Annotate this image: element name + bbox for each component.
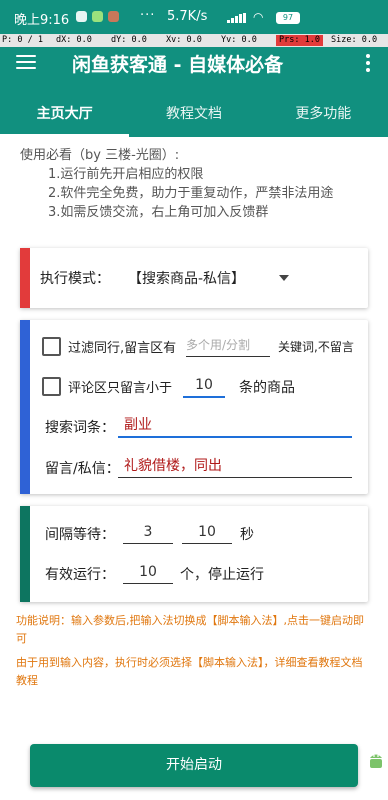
chat-notification-icon (76, 11, 87, 22)
card-accent-bar (20, 506, 30, 602)
comment-limit-suffix: 条的商品 (239, 380, 295, 396)
dropdown-arrow-icon[interactable] (279, 275, 289, 281)
comment-limit-checkbox[interactable] (42, 377, 61, 396)
search-label: 搜索词条： (45, 420, 115, 436)
debug-dx: dX: 0.0 (56, 35, 92, 45)
notification-icons (76, 11, 119, 22)
filter-peers-suffix: 关键词,不留言 (278, 340, 354, 354)
android-icon[interactable] (366, 750, 386, 770)
search-keyword-input[interactable]: 副业 (118, 414, 352, 438)
function-note: 功能说明：输入参数后,把输入法切换成【脚本输入法】,点击一键启动即可 (16, 614, 364, 645)
mode-label: 执行模式： (40, 271, 110, 287)
filter-peers-checkbox[interactable] (42, 337, 61, 356)
filter-keywords-input[interactable]: 多个用/分割 (186, 334, 270, 357)
more-options-icon[interactable] (366, 54, 370, 72)
comment-limit-label: 评论区只留言小于 (68, 381, 173, 396)
usage-item: 2.软件完全免费，助力于重复动作，严禁非法用途 (48, 186, 334, 201)
run-count-label: 有效运行： (45, 567, 115, 583)
debug-prs: Prs: 1.0 (276, 35, 323, 46)
interval-min-input[interactable]: 3 (123, 521, 173, 544)
debug-yv: Yv: 0.0 (221, 35, 257, 45)
filter-card: 过滤同行,留言区有 多个用/分割 关键词,不留言 评论区只留言小于 10 条的商… (20, 320, 368, 494)
usage-item: 3.如需反馈交流，右上角可加入反馈群 (48, 205, 269, 220)
signal-icon (227, 13, 247, 23)
more-notifications-icon: ··· (140, 8, 156, 23)
app-title: 闲鱼获客通 - 自媒体必备 (72, 54, 284, 76)
usage-heading: 使用必看（by 三楼-光圈）: (20, 148, 180, 163)
menu-icon[interactable] (16, 55, 36, 71)
network-speed: 5.7K/s (167, 9, 208, 24)
message-input[interactable]: 礼貌借楼，同出 (118, 455, 352, 478)
status-bar: 晚上9:16 ··· 5.7K/s ◠ 97 (0, 0, 388, 34)
interval-unit: 秒 (240, 527, 254, 543)
avatar-notification-icon (108, 11, 119, 22)
usage-item: 1.运行前先开启相应的权限 (48, 167, 204, 182)
card-accent-bar (20, 320, 30, 494)
run-count-suffix: 个，停止运行 (180, 567, 264, 583)
tab-bar: 主页大厅 教程文档 更多功能 (0, 95, 388, 137)
card-accent-bar (20, 248, 30, 308)
interval-max-input[interactable]: 10 (182, 521, 232, 544)
app-bar: 闲鱼获客通 - 自媒体必备 主页大厅 教程文档 更多功能 (0, 47, 388, 137)
usage-notes: 使用必看（by 三楼-光圈）: 1.运行前先开启相应的权限 2.软件完全免费，助… (20, 146, 333, 222)
debug-p: P: 0 / 1 (2, 35, 43, 45)
start-button[interactable]: 开始启动 (30, 744, 358, 787)
tab-more[interactable]: 更多功能 (259, 95, 388, 137)
tab-tutorial[interactable]: 教程文档 (129, 95, 258, 137)
filter-peers-label: 过滤同行,留言区有 (68, 341, 177, 356)
input-method-note: 由于用到输入内容，执行时必须选择【脚本输入法】，详细查看教程文档教程 (16, 656, 363, 687)
debug-xv: Xv: 0.0 (166, 35, 202, 45)
mode-select[interactable]: 【搜索商品-私信】 (128, 268, 245, 288)
run-count-input[interactable]: 10 (123, 561, 173, 584)
debug-size: Size: 0.0 (331, 35, 378, 45)
message-label: 留言/私信： (45, 461, 120, 477)
status-time: 晚上9:16 (14, 13, 70, 28)
battery-icon: 97 (276, 12, 300, 24)
pointer-location-bar: P: 0 / 1 dX: 0.0 dY: 0.0 Xv: 0.0 Yv: 0.0… (0, 34, 388, 47)
debug-dy: dY: 0.0 (111, 35, 147, 45)
tab-home[interactable]: 主页大厅 (0, 95, 130, 137)
wifi-icon: ◠ (253, 10, 264, 24)
app-notification-icon (92, 11, 103, 22)
run-card: 间隔等待： 3 10 秒 有效运行： 10 个，停止运行 (20, 506, 368, 602)
interval-label: 间隔等待： (45, 527, 115, 543)
mode-card: 执行模式： 【搜索商品-私信】 (20, 248, 368, 308)
comment-limit-input[interactable]: 10 (183, 374, 225, 398)
